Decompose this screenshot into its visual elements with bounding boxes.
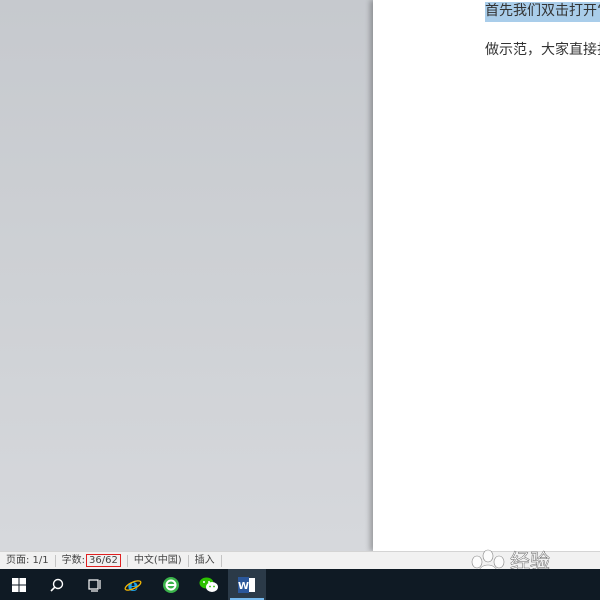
status-bar: 页面: 1/1 字数: 36/62 中文(中国) 插入 bbox=[0, 551, 600, 570]
document-line-2[interactable]: 做示范，大家直接打 bbox=[485, 40, 600, 60]
word-button[interactable]: W bbox=[228, 569, 266, 600]
task-view-icon bbox=[88, 578, 101, 592]
language-indicator[interactable]: 中文(中国) bbox=[128, 552, 188, 570]
wechat-button[interactable] bbox=[190, 569, 228, 600]
taskbar: e W bbox=[0, 569, 600, 600]
search-button[interactable] bbox=[38, 569, 76, 600]
selected-text[interactable]: 首先我们双击打开“ bbox=[485, 2, 600, 22]
browser-button[interactable] bbox=[152, 569, 190, 600]
word-count-value: 36/62 bbox=[86, 554, 121, 567]
wechat-icon bbox=[199, 577, 218, 592]
windows-start-icon bbox=[12, 577, 26, 592]
document-page[interactable]: 首先我们双击打开“ 做示范，大家直接打 bbox=[373, 0, 600, 551]
word-count[interactable]: 字数: 36/62 bbox=[56, 552, 127, 570]
svg-text:W: W bbox=[238, 581, 249, 592]
word-count-label: 字数: bbox=[61, 555, 86, 566]
task-view-button[interactable] bbox=[76, 569, 114, 600]
internet-explorer-icon: e bbox=[124, 576, 142, 594]
word-icon: W bbox=[238, 576, 255, 593]
insert-mode-indicator[interactable]: 插入 bbox=[189, 552, 221, 570]
internet-explorer-button[interactable]: e bbox=[114, 569, 152, 600]
svg-text:e: e bbox=[128, 576, 139, 594]
search-icon bbox=[50, 578, 64, 592]
document-line-1[interactable]: 首先我们双击打开“ bbox=[485, 1, 600, 22]
status-separator bbox=[220, 555, 222, 567]
browser-icon bbox=[163, 576, 179, 593]
start-button[interactable] bbox=[0, 569, 38, 600]
page-indicator[interactable]: 页面: 1/1 bbox=[0, 552, 55, 570]
